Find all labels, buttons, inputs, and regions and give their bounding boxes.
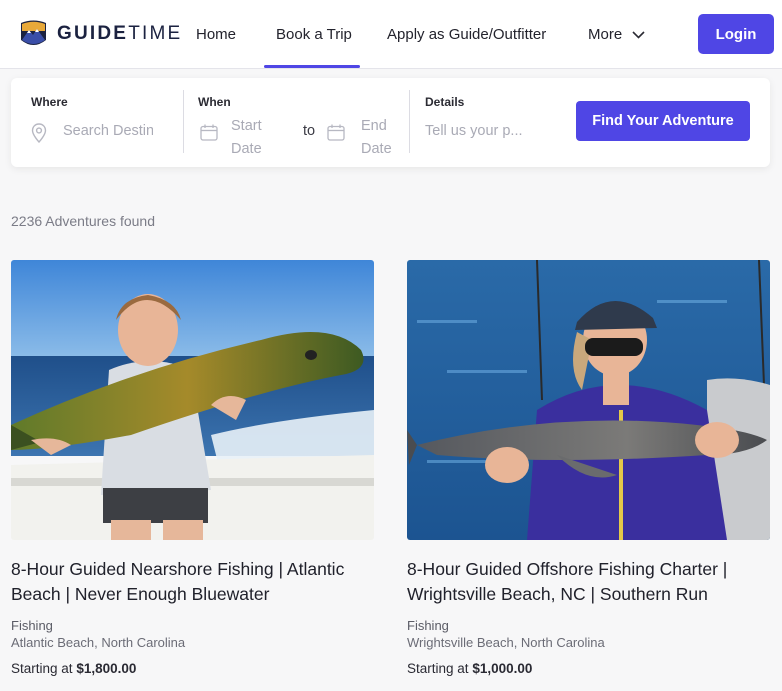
adventure-category: Fishing bbox=[11, 618, 53, 633]
nav-apply-guide[interactable]: Apply as Guide/Outfitter bbox=[387, 0, 546, 69]
adventure-card[interactable]: 8-Hour Guided Offshore Fishing Charter |… bbox=[407, 260, 771, 676]
details-label: Details bbox=[425, 95, 465, 109]
where-input[interactable]: Search Destination bbox=[63, 123, 153, 139]
calendar-icon bbox=[327, 124, 345, 141]
results-count: 2236 Adventures found bbox=[11, 213, 156, 229]
details-input[interactable]: Tell us your p... bbox=[425, 123, 555, 139]
chevron-down-icon bbox=[632, 31, 645, 39]
adventure-photo[interactable] bbox=[407, 260, 770, 540]
divider bbox=[183, 90, 184, 153]
login-button[interactable]: Login bbox=[698, 14, 774, 54]
nav-book-a-trip[interactable]: Book a Trip bbox=[276, 0, 352, 69]
start-date-line2: Date bbox=[231, 141, 262, 157]
logo-text-bold: GUIDE bbox=[57, 22, 129, 44]
price-prefix: Starting at bbox=[11, 661, 73, 676]
guidetime-logo[interactable]: GUIDETIME bbox=[18, 18, 182, 49]
adventure-photo[interactable] bbox=[11, 260, 374, 540]
adventure-title[interactable]: 8-Hour Guided Nearshore Fishing | Atlant… bbox=[11, 557, 375, 607]
price-amount: $1,000.00 bbox=[472, 661, 533, 676]
date-range-separator: to bbox=[303, 123, 316, 139]
end-date-line1: End bbox=[361, 118, 387, 134]
location-pin-icon bbox=[31, 123, 47, 143]
adventure-location: Atlantic Beach, North Carolina bbox=[11, 635, 186, 650]
logo-text-regular: TIME bbox=[128, 22, 183, 44]
adventure-card[interactable]: 8-Hour Guided Nearshore Fishing | Atlant… bbox=[11, 260, 375, 676]
calendar-icon bbox=[200, 124, 218, 141]
adventure-title-line: 8-Hour Guided Nearshore Fishing | Atlant… bbox=[11, 559, 345, 579]
when-label: When bbox=[198, 95, 231, 109]
end-date-input[interactable]: End Date bbox=[361, 115, 392, 161]
active-nav-indicator bbox=[264, 65, 360, 68]
divider bbox=[409, 90, 410, 153]
start-date-input[interactable]: Start Date bbox=[231, 115, 262, 161]
adventure-location: Wrightsville Beach, North Carolina bbox=[407, 635, 605, 650]
adventure-price: Starting at $1,800.00 bbox=[11, 661, 375, 676]
find-adventure-button[interactable]: Find Your Adventure bbox=[576, 101, 750, 141]
price-amount: $1,800.00 bbox=[76, 661, 137, 676]
where-label: Where bbox=[31, 95, 68, 109]
search-panel: Where Search Destination When Start Date… bbox=[11, 78, 770, 167]
adventure-title-line: Wrightsville Beach, NC | Southern Run bbox=[407, 584, 708, 604]
mountain-badge-icon bbox=[21, 20, 46, 45]
price-prefix: Starting at bbox=[407, 661, 469, 676]
top-header: GUIDETIME Home Book a Trip Apply as Guid… bbox=[0, 0, 782, 69]
nav-more-dropdown[interactable]: More bbox=[588, 0, 645, 69]
nav-home[interactable]: Home bbox=[196, 0, 236, 69]
nav-more-label: More bbox=[588, 26, 623, 43]
end-date-line2: Date bbox=[361, 141, 392, 157]
adventure-title-line: 8-Hour Guided Offshore Fishing Charter | bbox=[407, 559, 728, 579]
adventure-price: Starting at $1,000.00 bbox=[407, 661, 771, 676]
start-date-line1: Start bbox=[231, 118, 262, 134]
adventure-title-line: Beach | Never Enough Bluewater bbox=[11, 584, 270, 604]
adventure-title[interactable]: 8-Hour Guided Offshore Fishing Charter |… bbox=[407, 557, 771, 607]
adventure-category: Fishing bbox=[407, 618, 449, 633]
